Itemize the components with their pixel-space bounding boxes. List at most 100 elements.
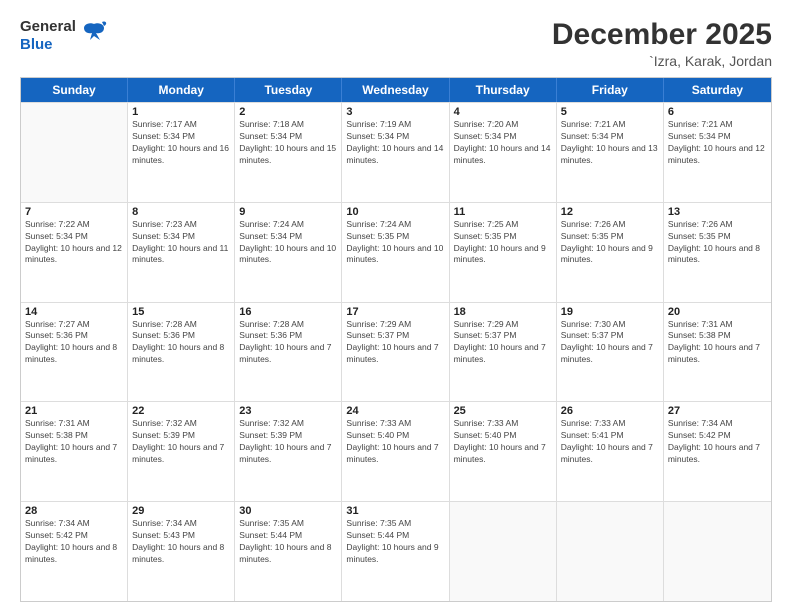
calendar-cell: 5Sunrise: 7:21 AM Sunset: 5:34 PM Daylig… [557,103,664,202]
calendar-cell: 25Sunrise: 7:33 AM Sunset: 5:40 PM Dayli… [450,402,557,501]
cell-info: Sunrise: 7:19 AM Sunset: 5:34 PM Dayligh… [346,119,444,167]
cell-date: 7 [25,206,123,218]
cell-date: 3 [346,106,444,118]
cell-date: 19 [561,306,659,318]
calendar-header: SundayMondayTuesdayWednesdayThursdayFrid… [21,78,771,102]
cell-date: 23 [239,405,337,417]
cell-info: Sunrise: 7:26 AM Sunset: 5:35 PM Dayligh… [561,219,659,267]
cell-info: Sunrise: 7:24 AM Sunset: 5:34 PM Dayligh… [239,219,337,267]
calendar-cell: 28Sunrise: 7:34 AM Sunset: 5:42 PM Dayli… [21,502,128,601]
cell-date: 27 [668,405,767,417]
cell-date: 14 [25,306,123,318]
calendar-week-1: 1Sunrise: 7:17 AM Sunset: 5:34 PM Daylig… [21,102,771,202]
cell-date: 1 [132,106,230,118]
header: General Blue December 2025 `Izra, Karak,… [20,18,772,69]
calendar-cell: 27Sunrise: 7:34 AM Sunset: 5:42 PM Dayli… [664,402,771,501]
cell-date: 10 [346,206,444,218]
calendar-cell [557,502,664,601]
calendar-week-5: 28Sunrise: 7:34 AM Sunset: 5:42 PM Dayli… [21,501,771,601]
calendar-page: General Blue December 2025 `Izra, Karak,… [0,0,792,612]
cell-info: Sunrise: 7:32 AM Sunset: 5:39 PM Dayligh… [239,418,337,466]
cell-date: 8 [132,206,230,218]
cell-info: Sunrise: 7:22 AM Sunset: 5:34 PM Dayligh… [25,219,123,267]
calendar-cell: 6Sunrise: 7:21 AM Sunset: 5:34 PM Daylig… [664,103,771,202]
cell-date: 22 [132,405,230,417]
cell-date: 12 [561,206,659,218]
calendar-cell: 1Sunrise: 7:17 AM Sunset: 5:34 PM Daylig… [128,103,235,202]
calendar-cell: 15Sunrise: 7:28 AM Sunset: 5:36 PM Dayli… [128,303,235,402]
cell-info: Sunrise: 7:32 AM Sunset: 5:39 PM Dayligh… [132,418,230,466]
calendar-cell: 30Sunrise: 7:35 AM Sunset: 5:44 PM Dayli… [235,502,342,601]
calendar-cell: 19Sunrise: 7:30 AM Sunset: 5:37 PM Dayli… [557,303,664,402]
cell-date: 25 [454,405,552,417]
cell-info: Sunrise: 7:35 AM Sunset: 5:44 PM Dayligh… [346,518,444,566]
cell-info: Sunrise: 7:34 AM Sunset: 5:42 PM Dayligh… [668,418,767,466]
cell-info: Sunrise: 7:33 AM Sunset: 5:40 PM Dayligh… [346,418,444,466]
calendar-cell [450,502,557,601]
calendar: SundayMondayTuesdayWednesdayThursdayFrid… [20,77,772,602]
calendar-cell: 14Sunrise: 7:27 AM Sunset: 5:36 PM Dayli… [21,303,128,402]
header-day-thursday: Thursday [450,78,557,102]
cell-info: Sunrise: 7:25 AM Sunset: 5:35 PM Dayligh… [454,219,552,267]
cell-info: Sunrise: 7:21 AM Sunset: 5:34 PM Dayligh… [668,119,767,167]
logo-blue: Blue [20,36,53,53]
calendar-cell: 26Sunrise: 7:33 AM Sunset: 5:41 PM Dayli… [557,402,664,501]
cell-info: Sunrise: 7:34 AM Sunset: 5:43 PM Dayligh… [132,518,230,566]
calendar-cell: 20Sunrise: 7:31 AM Sunset: 5:38 PM Dayli… [664,303,771,402]
header-day-sunday: Sunday [21,78,128,102]
cell-date: 30 [239,505,337,517]
cell-info: Sunrise: 7:30 AM Sunset: 5:37 PM Dayligh… [561,319,659,367]
calendar-cell: 4Sunrise: 7:20 AM Sunset: 5:34 PM Daylig… [450,103,557,202]
calendar-cell: 13Sunrise: 7:26 AM Sunset: 5:35 PM Dayli… [664,203,771,302]
calendar-cell [21,103,128,202]
cell-info: Sunrise: 7:31 AM Sunset: 5:38 PM Dayligh… [25,418,123,466]
cell-info: Sunrise: 7:34 AM Sunset: 5:42 PM Dayligh… [25,518,123,566]
calendar-cell: 17Sunrise: 7:29 AM Sunset: 5:37 PM Dayli… [342,303,449,402]
calendar-cell: 24Sunrise: 7:33 AM Sunset: 5:40 PM Dayli… [342,402,449,501]
cell-info: Sunrise: 7:29 AM Sunset: 5:37 PM Dayligh… [346,319,444,367]
cell-date: 29 [132,505,230,517]
cell-date: 18 [454,306,552,318]
calendar-cell: 9Sunrise: 7:24 AM Sunset: 5:34 PM Daylig… [235,203,342,302]
calendar-week-3: 14Sunrise: 7:27 AM Sunset: 5:36 PM Dayli… [21,302,771,402]
logo-text: General Blue [20,18,76,54]
cell-info: Sunrise: 7:26 AM Sunset: 5:35 PM Dayligh… [668,219,767,267]
calendar-week-4: 21Sunrise: 7:31 AM Sunset: 5:38 PM Dayli… [21,401,771,501]
cell-info: Sunrise: 7:33 AM Sunset: 5:41 PM Dayligh… [561,418,659,466]
cell-date: 31 [346,505,444,517]
cell-date: 13 [668,206,767,218]
calendar-cell: 8Sunrise: 7:23 AM Sunset: 5:34 PM Daylig… [128,203,235,302]
calendar-cell: 29Sunrise: 7:34 AM Sunset: 5:43 PM Dayli… [128,502,235,601]
calendar-week-2: 7Sunrise: 7:22 AM Sunset: 5:34 PM Daylig… [21,202,771,302]
cell-info: Sunrise: 7:27 AM Sunset: 5:36 PM Dayligh… [25,319,123,367]
cell-date: 15 [132,306,230,318]
cell-info: Sunrise: 7:28 AM Sunset: 5:36 PM Dayligh… [132,319,230,367]
month-title: December 2025 [552,18,772,51]
header-day-saturday: Saturday [664,78,771,102]
header-day-wednesday: Wednesday [342,78,449,102]
cell-date: 6 [668,106,767,118]
cell-info: Sunrise: 7:20 AM Sunset: 5:34 PM Dayligh… [454,119,552,167]
calendar-cell: 31Sunrise: 7:35 AM Sunset: 5:44 PM Dayli… [342,502,449,601]
cell-info: Sunrise: 7:17 AM Sunset: 5:34 PM Dayligh… [132,119,230,167]
calendar-body: 1Sunrise: 7:17 AM Sunset: 5:34 PM Daylig… [21,102,771,601]
cell-date: 26 [561,405,659,417]
calendar-cell: 22Sunrise: 7:32 AM Sunset: 5:39 PM Dayli… [128,402,235,501]
cell-info: Sunrise: 7:35 AM Sunset: 5:44 PM Dayligh… [239,518,337,566]
cell-info: Sunrise: 7:33 AM Sunset: 5:40 PM Dayligh… [454,418,552,466]
calendar-cell: 2Sunrise: 7:18 AM Sunset: 5:34 PM Daylig… [235,103,342,202]
cell-info: Sunrise: 7:31 AM Sunset: 5:38 PM Dayligh… [668,319,767,367]
cell-info: Sunrise: 7:28 AM Sunset: 5:36 PM Dayligh… [239,319,337,367]
cell-date: 24 [346,405,444,417]
logo-bird-icon [80,18,108,51]
calendar-cell: 7Sunrise: 7:22 AM Sunset: 5:34 PM Daylig… [21,203,128,302]
cell-date: 5 [561,106,659,118]
cell-info: Sunrise: 7:23 AM Sunset: 5:34 PM Dayligh… [132,219,230,267]
cell-info: Sunrise: 7:18 AM Sunset: 5:34 PM Dayligh… [239,119,337,167]
header-day-monday: Monday [128,78,235,102]
cell-date: 20 [668,306,767,318]
calendar-cell: 23Sunrise: 7:32 AM Sunset: 5:39 PM Dayli… [235,402,342,501]
cell-date: 4 [454,106,552,118]
cell-date: 28 [25,505,123,517]
logo-row: General Blue [20,18,108,54]
